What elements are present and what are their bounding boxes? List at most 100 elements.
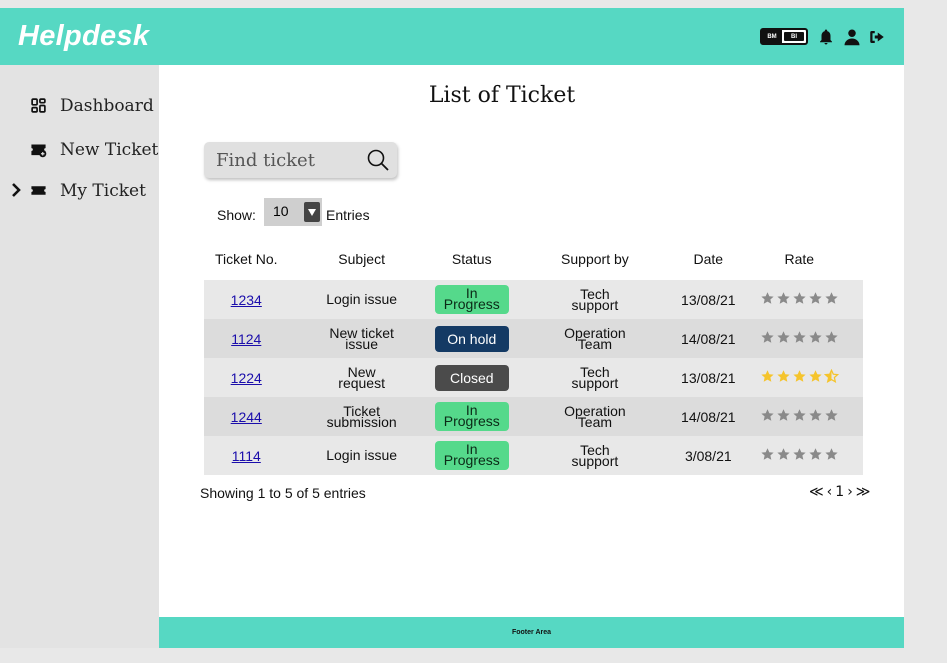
pagination: ≪ ‹ 1 › ≫ (809, 484, 870, 500)
search-icon[interactable] (366, 148, 390, 172)
sidebar-item-my-ticket[interactable]: My Ticket (0, 175, 159, 205)
last-page-button[interactable]: ≫ (856, 484, 871, 500)
ticket-no-cell: 1244 (204, 397, 289, 436)
chevron-down-icon[interactable] (304, 202, 320, 222)
table-row[interactable]: 1224 New request Closed Tech support 13/08/21 (204, 358, 863, 397)
rate-cell (736, 319, 863, 358)
star-empty-icon[interactable] (808, 447, 823, 462)
first-page-button[interactable]: ≪ (809, 484, 824, 500)
support-cell: Operation Team (509, 319, 681, 358)
status-text: Progress (443, 452, 500, 468)
star-empty-icon[interactable] (776, 408, 791, 423)
rate-cell (736, 280, 863, 319)
ticket-link[interactable]: 1124 (231, 331, 261, 347)
star-empty-icon[interactable] (824, 330, 839, 345)
ticket-link[interactable]: 1224 (231, 370, 262, 386)
star-empty-icon[interactable] (808, 408, 823, 423)
column-header-rate[interactable]: Rate (736, 238, 863, 280)
ticket-link[interactable]: 1244 (231, 409, 262, 425)
star-empty-icon[interactable] (808, 291, 823, 306)
star-rating[interactable] (760, 330, 839, 345)
star-rating[interactable] (760, 369, 839, 384)
sidebar-item-dashboard[interactable]: Dashboard (0, 90, 159, 120)
star-half-icon[interactable] (823, 369, 839, 384)
star-filled-icon[interactable] (808, 369, 823, 384)
subject-text: Login issue (326, 291, 398, 307)
column-header-support-by[interactable]: Support by (509, 238, 681, 280)
subject-cell: New request (289, 358, 435, 397)
logout-icon[interactable] (868, 28, 886, 46)
star-empty-icon[interactable] (792, 408, 807, 423)
table-row[interactable]: 1124 New ticket issue On hold Operation Team 1… (204, 319, 863, 358)
star-empty-icon[interactable] (808, 330, 823, 345)
subject-text: submission (326, 413, 397, 430)
support-text: support (571, 296, 619, 313)
subject-cell: Login issue (289, 280, 435, 319)
status-badge: In Progress (434, 285, 509, 314)
table-row[interactable]: 1234 Login issue In Progress Tech support 13/0… (204, 280, 863, 319)
column-header-ticket-no[interactable]: Ticket No. (204, 238, 289, 280)
star-empty-icon[interactable] (760, 330, 775, 345)
star-empty-icon[interactable] (760, 291, 775, 306)
support-text: support (571, 452, 619, 469)
star-empty-icon[interactable] (824, 408, 839, 423)
support-text: Team (577, 413, 613, 430)
star-empty-icon[interactable] (792, 447, 807, 462)
star-filled-icon[interactable] (760, 369, 775, 384)
sidebar: Dashboard New Ticket My Ticket (0, 65, 159, 648)
support-text: support (571, 374, 619, 391)
lang-option-bi[interactable]: BI (784, 32, 804, 41)
star-rating[interactable] (760, 291, 839, 306)
page-1-button[interactable]: 1 (835, 484, 844, 500)
rate-cell (736, 436, 863, 475)
app-window: Helpdesk BM BI Dashboard New Ticket My T… (0, 8, 904, 648)
entries-select-value: 10 (273, 203, 289, 219)
star-empty-icon[interactable] (760, 408, 775, 423)
search-box (204, 142, 397, 178)
star-empty-icon[interactable] (792, 330, 807, 345)
next-page-button[interactable]: › (847, 484, 853, 500)
table-row[interactable]: 1114 Login issue In Progress Tech support 3/08… (204, 436, 863, 475)
ticket-link[interactable]: 1234 (231, 292, 262, 308)
page-title: List of Ticket (428, 83, 576, 108)
status-cell: On hold (434, 319, 509, 358)
column-header-date[interactable]: Date (681, 238, 736, 280)
sidebar-item-label: New Ticket (60, 140, 159, 160)
subject-cell: New ticket issue (289, 319, 435, 358)
star-rating[interactable] (760, 408, 839, 423)
sidebar-item-new-ticket[interactable]: New Ticket (0, 134, 159, 164)
support-cell: Tech support (509, 280, 681, 319)
main-content: List of Ticket Show: 10 Entries Ticket N… (159, 65, 904, 617)
star-empty-icon[interactable] (824, 447, 839, 462)
subject-text: issue (345, 335, 378, 352)
ticket-link[interactable]: 1114 (232, 448, 261, 464)
entries-info: Showing 1 to 5 of 5 entries (200, 485, 366, 501)
language-toggle[interactable]: BM BI (760, 28, 808, 45)
table-row[interactable]: 1244 Ticket submission In Progress Operation T… (204, 397, 863, 436)
support-cell: Tech support (509, 358, 681, 397)
search-input[interactable] (216, 147, 356, 173)
star-empty-icon[interactable] (776, 447, 791, 462)
new-ticket-icon (31, 144, 47, 158)
status-cell: Closed (434, 358, 509, 397)
entries-select[interactable]: 10 (264, 198, 322, 226)
sidebar-item-label: My Ticket (60, 181, 146, 201)
column-header-status[interactable]: Status (435, 238, 509, 280)
star-empty-icon[interactable] (776, 291, 791, 306)
star-filled-icon[interactable] (776, 369, 791, 384)
ticket-icon (31, 186, 46, 195)
star-empty-icon[interactable] (824, 291, 839, 306)
user-icon[interactable] (843, 28, 861, 46)
date-cell: 14/08/21 (681, 408, 736, 425)
prev-page-button[interactable]: ‹ (827, 484, 833, 500)
status-cell: In Progress (434, 280, 509, 319)
column-header-subject[interactable]: Subject (289, 238, 435, 280)
star-empty-icon[interactable] (776, 330, 791, 345)
star-filled-icon[interactable] (792, 369, 807, 384)
star-empty-icon[interactable] (760, 447, 775, 462)
lang-option-bm[interactable]: BM (762, 30, 782, 43)
status-text: On hold (447, 330, 497, 347)
bell-icon[interactable] (817, 28, 835, 46)
star-rating[interactable] (760, 447, 839, 462)
star-empty-icon[interactable] (792, 291, 807, 306)
